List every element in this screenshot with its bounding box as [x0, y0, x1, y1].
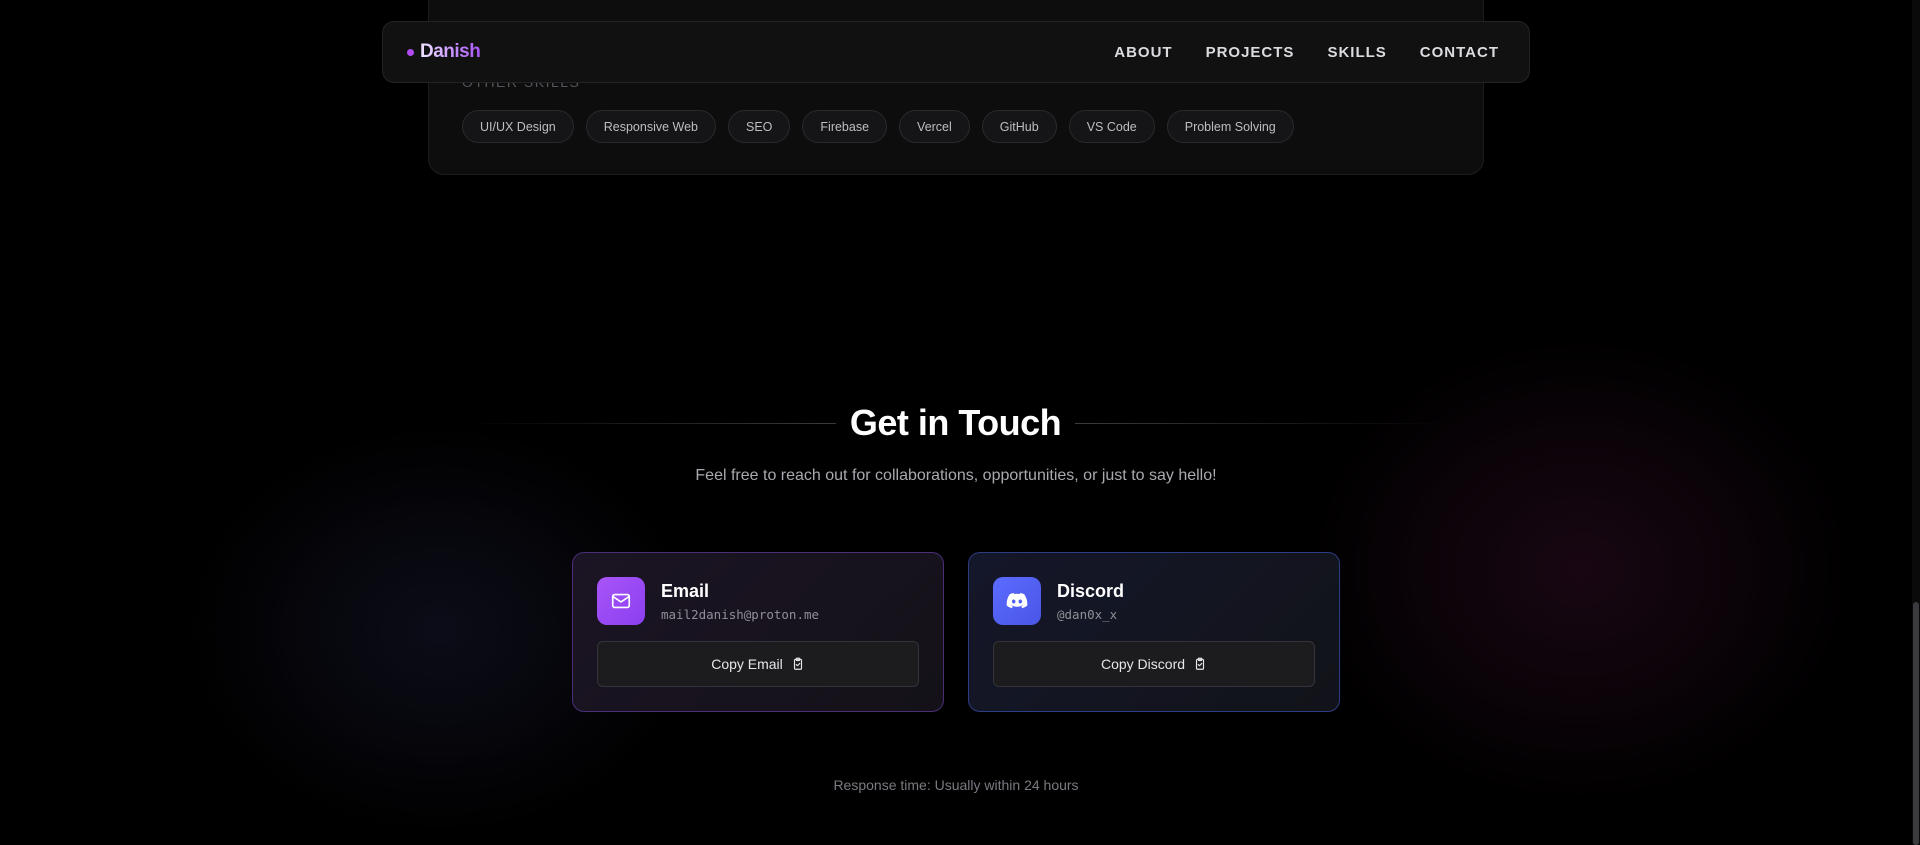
- navbar: Danish ABOUT PROJECTS SKILLS CONTACT: [382, 21, 1530, 83]
- skill-chip: Responsive Web: [585, 110, 716, 143]
- skill-chip: UI/UX Design: [462, 110, 574, 143]
- skill-chips: UI/UX Design Responsive Web SEO Firebase…: [462, 110, 1294, 143]
- discord-card: Discord @dan0x_x Copy Discord: [968, 552, 1340, 712]
- copy-discord-button[interactable]: Copy Discord: [993, 641, 1315, 687]
- brand-name: Danish: [420, 41, 481, 62]
- skill-chip: SEO: [728, 110, 791, 143]
- skill-chip: Problem Solving: [1166, 110, 1294, 143]
- discord-icon: [993, 577, 1041, 625]
- contact-header: Get in Touch: [463, 398, 1449, 448]
- divider-line: [463, 422, 836, 424]
- brand-logo[interactable]: Danish: [407, 41, 481, 63]
- mail-icon: [597, 577, 645, 625]
- skill-chip: Firebase: [802, 110, 888, 143]
- section-subtitle: Feel free to reach out for collaboration…: [695, 467, 1217, 484]
- discord-title: Discord: [1057, 580, 1125, 601]
- clipboard-icon: [793, 657, 802, 670]
- response-time: Response time: Usually within 24 hours: [833, 777, 1079, 793]
- scrollbar-thumb[interactable]: [1913, 602, 1919, 845]
- divider-line: [1075, 422, 1449, 424]
- skill-chip: GitHub: [981, 110, 1057, 143]
- skill-chip: VS Code: [1068, 110, 1155, 143]
- nav-links: ABOUT PROJECTS SKILLS CONTACT: [1114, 44, 1499, 61]
- copy-email-label: Copy Email: [711, 656, 783, 672]
- nav-link-contact[interactable]: CONTACT: [1420, 44, 1499, 61]
- brand-dot-icon: [407, 48, 414, 56]
- clipboard-icon: [1195, 657, 1205, 670]
- email-title: Email: [661, 580, 710, 601]
- skill-chip: Vercel: [899, 110, 970, 143]
- nav-link-about[interactable]: ABOUT: [1114, 44, 1172, 61]
- section-title: Get in Touch: [849, 402, 1062, 443]
- discord-handle: @dan0x_x: [1057, 606, 1118, 622]
- copy-discord-label: Copy Discord: [1100, 656, 1186, 672]
- copy-email-button[interactable]: Copy Email: [597, 641, 919, 687]
- nav-link-projects[interactable]: PROJECTS: [1206, 44, 1295, 61]
- email-address: mail2danish@proton.me: [661, 606, 820, 622]
- email-card: Email mail2danish@proton.me Copy Email: [572, 552, 944, 712]
- nav-link-skills[interactable]: SKILLS: [1327, 44, 1386, 61]
